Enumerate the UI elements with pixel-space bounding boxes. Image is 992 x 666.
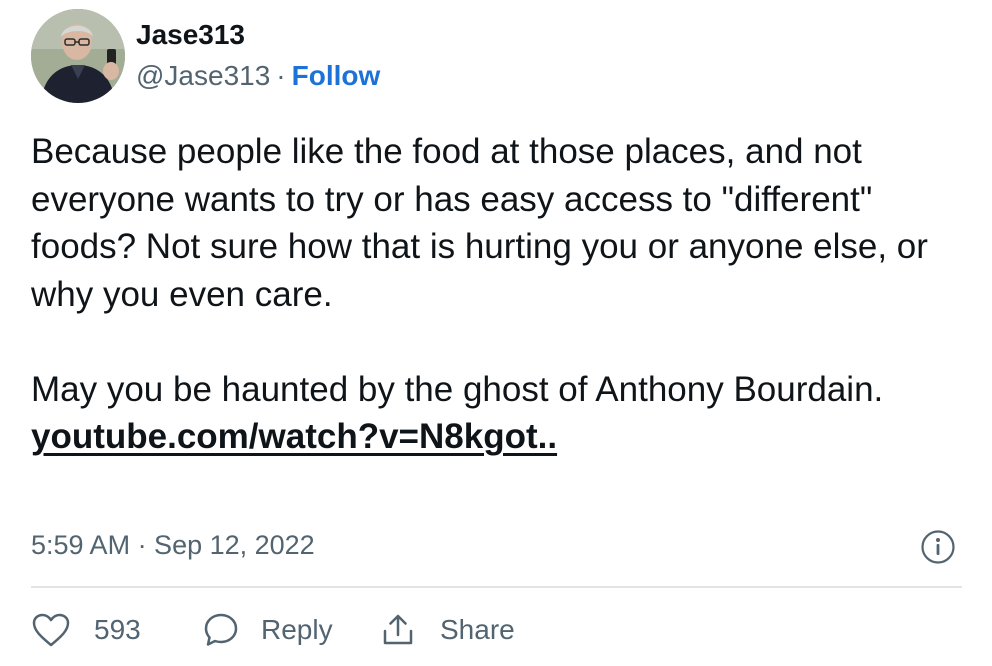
follow-button[interactable]: Follow xyxy=(292,60,381,91)
tweet-paragraph-1: Because people like the food at those pl… xyxy=(31,132,928,314)
like-button[interactable]: 593 xyxy=(31,608,141,652)
tweet-actions-bar: 593 Reply Share xyxy=(31,608,962,652)
profile-photo-icon xyxy=(31,9,125,103)
author-handle-row: @Jase313 · Follow xyxy=(136,59,380,93)
heart-icon xyxy=(32,613,70,647)
author-display-name[interactable]: Jase313 xyxy=(136,18,245,52)
divider xyxy=(31,586,962,588)
avatar[interactable] xyxy=(31,9,125,103)
info-icon[interactable] xyxy=(920,529,956,565)
handle-separator: · xyxy=(276,60,286,91)
tweet-timestamp[interactable]: 5:59 AM · Sep 12, 2022 xyxy=(31,528,315,562)
like-count: 593 xyxy=(94,614,141,645)
share-button[interactable]: Share xyxy=(380,608,515,652)
speech-bubble-icon xyxy=(204,613,238,646)
share-upload-icon xyxy=(383,614,413,645)
tweet-card: Jase313 @Jase313 · Follow Because people l… xyxy=(0,0,992,666)
share-label: Share xyxy=(440,614,515,645)
tweet-paragraph-2: May you be haunted by the ghost of Antho… xyxy=(31,369,884,409)
reply-label: Reply xyxy=(261,614,333,645)
youtube-link[interactable]: youtube.com/watch?v=N8kgot.. xyxy=(31,413,557,461)
tweet-body: Because people like the food at those pl… xyxy=(31,128,981,461)
author-handle[interactable]: @Jase313 xyxy=(136,60,270,91)
reply-button[interactable]: Reply xyxy=(203,608,333,652)
